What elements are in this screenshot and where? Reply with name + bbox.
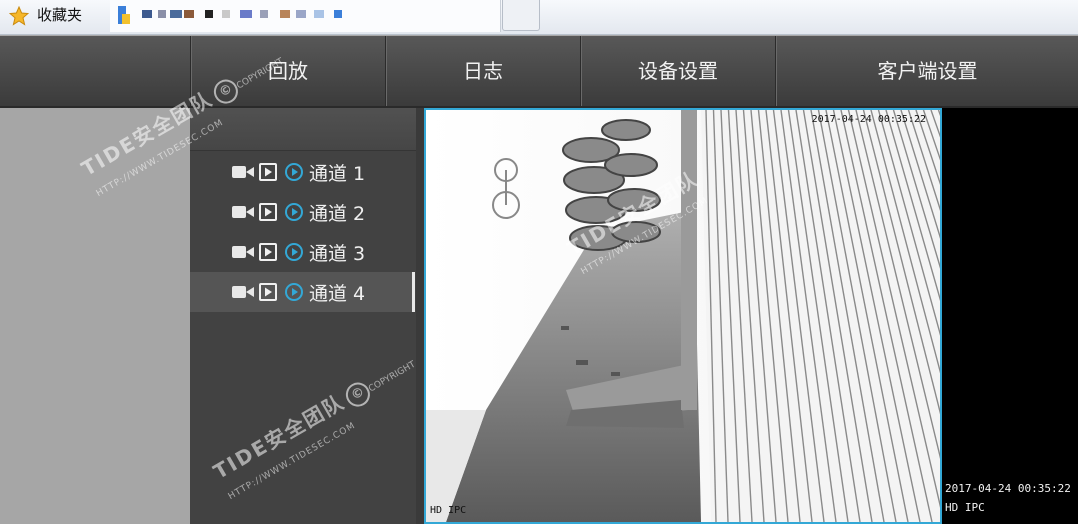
blurred-title bbox=[170, 10, 182, 18]
channel-label: 通道 4 bbox=[309, 283, 366, 305]
camera-icon[interactable] bbox=[232, 285, 254, 299]
playback-icon[interactable] bbox=[259, 163, 277, 181]
live-view-icon[interactable] bbox=[285, 203, 303, 221]
favicon-part bbox=[122, 14, 130, 24]
channel-item-2[interactable]: 通道 2 bbox=[190, 192, 412, 232]
sidebar-header bbox=[190, 108, 416, 151]
nav-log[interactable]: 日志 bbox=[385, 36, 580, 106]
channel-label: 通道 2 bbox=[309, 203, 366, 225]
camera-icon[interactable] bbox=[232, 165, 254, 179]
blurred-title bbox=[240, 10, 252, 18]
camera-icon[interactable] bbox=[232, 205, 254, 219]
blurred-title bbox=[222, 10, 230, 18]
star-icon[interactable] bbox=[9, 6, 29, 26]
live-view-icon[interactable] bbox=[285, 163, 303, 181]
video-timestamp: 2017-04-24 00:35:22 bbox=[811, 114, 926, 125]
live-view-icon[interactable] bbox=[285, 243, 303, 261]
left-blank-pane bbox=[0, 108, 190, 524]
channel-item-4[interactable]: 通道 4 bbox=[190, 272, 415, 312]
playback-icon[interactable] bbox=[259, 243, 277, 261]
side-label: HD IPC bbox=[945, 501, 985, 514]
blurred-title bbox=[296, 10, 306, 18]
pane-divider[interactable] bbox=[416, 108, 424, 524]
camera-icon[interactable] bbox=[232, 245, 254, 259]
channel-sidebar: 通道 1 通道 2 通道 3 通道 4 bbox=[190, 108, 416, 524]
browser-tab[interactable] bbox=[110, 0, 501, 32]
channel-label: 通道 3 bbox=[309, 243, 366, 265]
video-window-empty[interactable]: 2017-04-24 00:35:22 HD IPC bbox=[942, 108, 1078, 524]
video-label: HD IPC bbox=[430, 505, 467, 516]
blurred-title bbox=[314, 10, 324, 18]
live-view-icon[interactable] bbox=[285, 283, 303, 301]
side-timestamp: 2017-04-24 00:35:22 bbox=[945, 482, 1071, 495]
playback-icon[interactable] bbox=[259, 203, 277, 221]
blurred-title bbox=[142, 10, 152, 18]
channel-label: 通道 1 bbox=[309, 163, 366, 185]
favorites-bar: 收藏夹 bbox=[0, 0, 1078, 35]
video-window-channel-4[interactable]: 2017-04-24 00:35:22 HD IPC bbox=[424, 108, 942, 524]
top-nav: 回放 日志 设备设置 客户端设置 bbox=[0, 36, 1078, 108]
new-tab-button[interactable] bbox=[502, 0, 540, 31]
nav-device-settings[interactable]: 设备设置 bbox=[580, 36, 775, 106]
video-feed bbox=[426, 110, 940, 522]
favorites-label[interactable]: 收藏夹 bbox=[37, 4, 82, 25]
channel-item-3[interactable]: 通道 3 bbox=[190, 232, 412, 272]
blurred-title bbox=[260, 10, 268, 18]
nav-playback[interactable]: 回放 bbox=[190, 36, 385, 106]
blurred-title bbox=[334, 10, 342, 18]
channel-item-1[interactable]: 通道 1 bbox=[190, 152, 412, 192]
blurred-title bbox=[158, 10, 166, 18]
blurred-title bbox=[205, 10, 213, 18]
nav-client-settings[interactable]: 客户端设置 bbox=[775, 36, 1078, 106]
blurred-title bbox=[184, 10, 194, 18]
playback-icon[interactable] bbox=[259, 283, 277, 301]
blurred-title bbox=[280, 10, 290, 18]
